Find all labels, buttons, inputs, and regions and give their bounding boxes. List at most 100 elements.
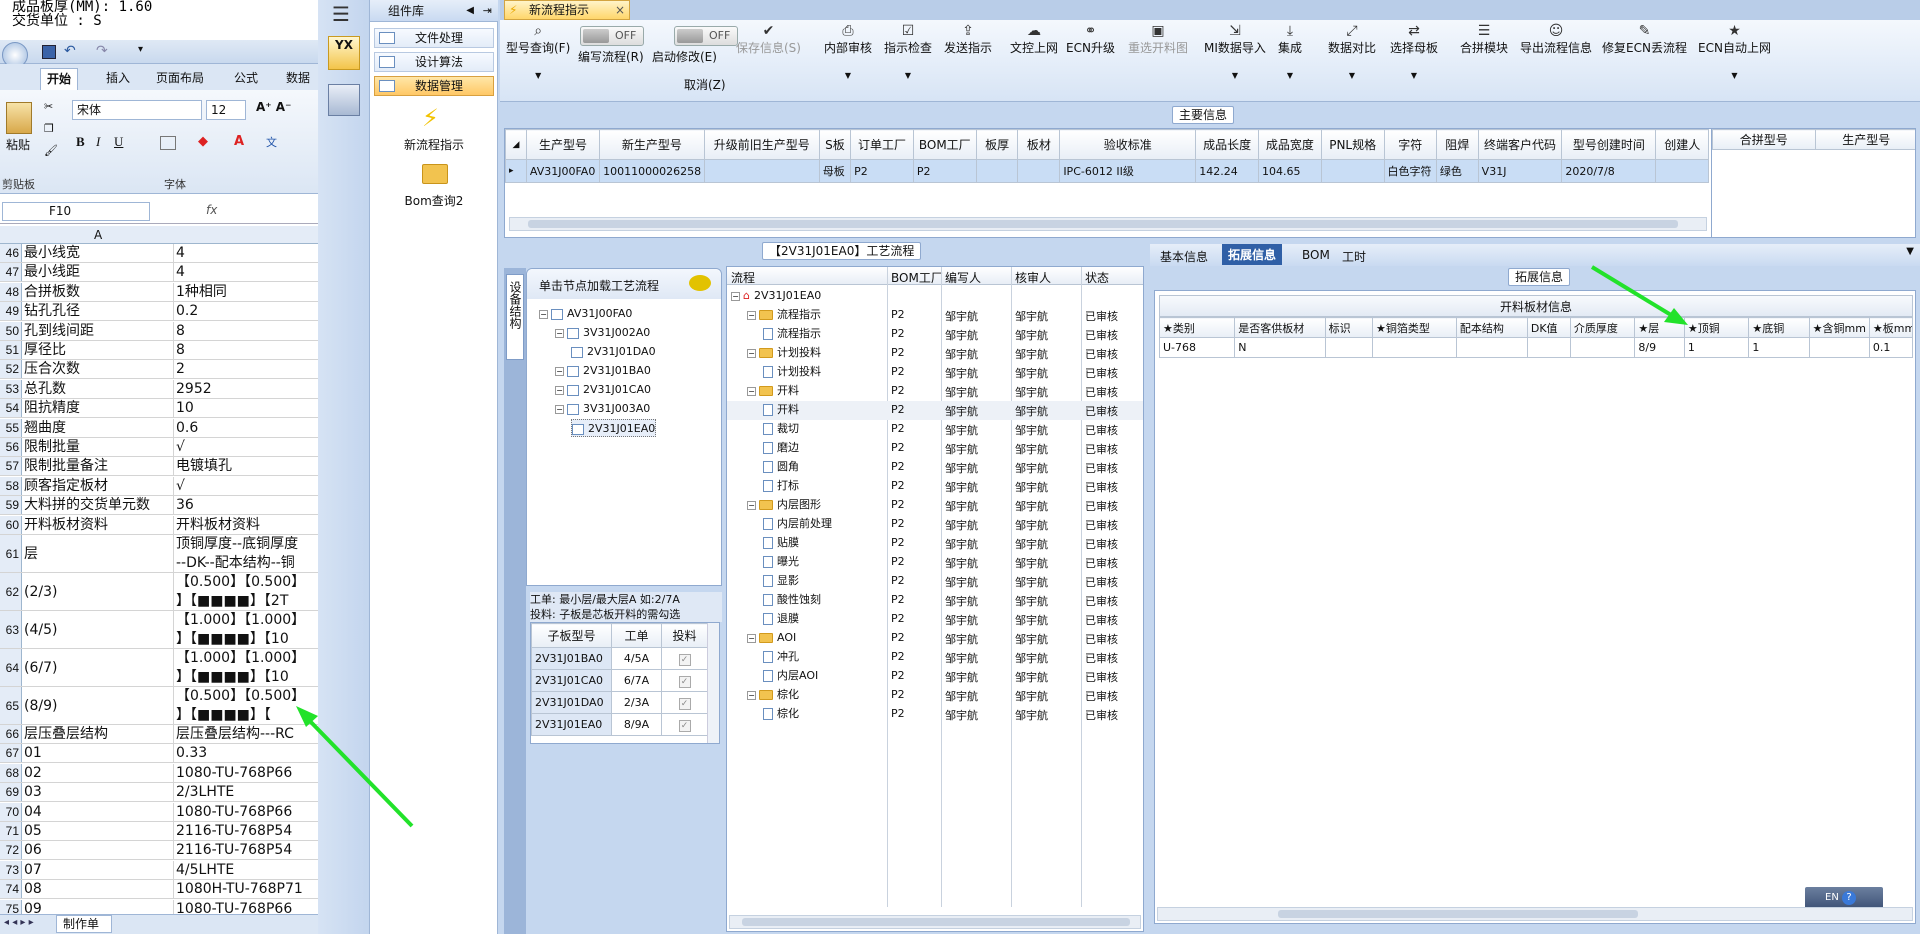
feed-checkbox-cell[interactable]: ✓	[661, 647, 708, 670]
column-header[interactable]: 投料	[661, 623, 708, 648]
row-number[interactable]: 62	[0, 573, 22, 610]
feed-checkbox-cell[interactable]: ✓	[661, 691, 708, 714]
column-header[interactable]: 配本结构	[1455, 317, 1528, 338]
font-color-icon[interactable]: A	[234, 134, 244, 149]
table-cell[interactable]: 8/9	[1634, 337, 1685, 358]
cell-b[interactable]: √	[176, 438, 318, 456]
cell-a[interactable]: 07	[24, 860, 174, 879]
table-row[interactable]: 2V31J01CA0 6/7A ✓	[531, 669, 708, 692]
cell-b[interactable]: 0.6	[176, 419, 318, 437]
checkbox[interactable]: ✓	[678, 697, 691, 710]
lib-item-design-algorithm[interactable]: 设计算法	[374, 52, 494, 72]
tab-work-hours[interactable]: 工时	[1336, 246, 1372, 267]
table-cell[interactable]	[703, 159, 820, 183]
cell-a[interactable]: (6/7)	[24, 649, 174, 686]
table-cell[interactable]: 10011000026258	[599, 159, 705, 183]
cell-a[interactable]: 最小线距	[24, 263, 174, 282]
cell-a[interactable]: 02	[24, 763, 174, 782]
column-header[interactable]: 成品长度	[1195, 129, 1260, 160]
flow-row[interactable]: 棕化 P2 邹宇航 邹宇航 已审核	[727, 705, 1143, 724]
cell-a[interactable]: 钻孔孔径	[24, 302, 174, 321]
language-indicator[interactable]: EN ?	[1805, 887, 1883, 909]
sheet-row[interactable]: 75 09 1080-TU-768P66	[0, 899, 318, 914]
close-icon[interactable]: ×	[615, 1, 625, 19]
table-cell[interactable]: IPC-6012 II级	[1059, 159, 1197, 183]
cell-a[interactable]: (4/5)	[24, 611, 174, 648]
cell-a[interactable]: 01	[24, 744, 174, 763]
folder-icon[interactable]	[422, 164, 448, 184]
dropdown-arrow-icon[interactable]: ▼	[1390, 68, 1438, 83]
flow-row[interactable]: 显影 P2 邹宇航 邹宇航 已审核	[727, 572, 1143, 591]
row-number[interactable]: 67	[0, 744, 22, 763]
sheet-row[interactable]: 57 限制批量备注 电镀填孔	[0, 457, 318, 477]
flow-hscrollbar[interactable]	[729, 915, 1141, 929]
tab-bom[interactable]: BOM	[1296, 246, 1336, 264]
flow-row[interactable]: 打标 P2 邹宇航 邹宇航 已审核	[727, 477, 1143, 496]
table-cell[interactable]	[1017, 159, 1061, 183]
device-structure-tab[interactable]: 设备结构	[506, 274, 524, 360]
cell-b[interactable]: 1080-TU-768P66	[176, 803, 318, 821]
order-cell[interactable]: 6/7A	[611, 669, 662, 692]
sheet-row[interactable]: 65 (8/9) 【0.500】【0.500】 】【■■■■】【	[0, 687, 318, 725]
row-number[interactable]: 69	[0, 783, 22, 802]
row-number[interactable]: 65	[0, 687, 22, 724]
flow-row[interactable]: − 内层图形 P2 邹宇航 邹宇航 已审核	[727, 496, 1143, 515]
cell-a[interactable]: (8/9)	[24, 687, 174, 724]
column-header[interactable]: 子板型号	[531, 623, 612, 648]
write-flow-toggle[interactable]: OFF	[580, 26, 644, 46]
row-number[interactable]: 52	[0, 360, 22, 379]
column-header[interactable]: 升级前旧生产型号	[703, 129, 820, 160]
bold-button[interactable]: B	[76, 134, 85, 150]
collapse-icon[interactable]: −	[731, 291, 740, 301]
cell-a[interactable]: 层	[24, 535, 174, 572]
flow-root[interactable]: − ⌂ 2V31J01EA0	[731, 287, 821, 305]
column-header[interactable]: 生产型号	[1814, 129, 1915, 150]
row-number[interactable]: 63	[0, 611, 22, 648]
flow-row[interactable]: 内层前处理 P2 邹宇航 邹宇航 已审核	[727, 515, 1143, 534]
cell-b[interactable]: 1080-TU-768P66	[176, 900, 318, 914]
row-number[interactable]: 49	[0, 302, 22, 321]
flow-column-header[interactable]: 核审人	[1015, 269, 1051, 286]
column-header[interactable]: PNL规格	[1320, 129, 1385, 160]
toolbar-button-1[interactable]: 编写流程(R)	[578, 50, 644, 65]
checkbox[interactable]: ✓	[678, 653, 691, 666]
cell-a[interactable]: 厚径比	[24, 341, 174, 359]
collapse-icon[interactable]: −	[747, 348, 756, 358]
cell-b[interactable]: 【0.500】【0.500】 】【■■■■】【2T	[176, 573, 318, 610]
toolbar-button-3[interactable]: ✔ 保存信息(S)	[736, 23, 801, 56]
order-cell[interactable]: 2/3A	[611, 691, 662, 714]
column-header[interactable]: 标识	[1324, 317, 1373, 338]
table-cell[interactable]: 142.24	[1195, 159, 1260, 183]
column-header[interactable]: 板材	[1017, 129, 1061, 160]
row-number[interactable]: 64	[0, 649, 22, 686]
flow-row[interactable]: 开料 P2 邹宇航 邹宇航 已审核	[727, 401, 1143, 420]
row-number[interactable]: 57	[0, 457, 22, 476]
sheet-nav-icon[interactable]: ◂ ◂ ▸ ▸	[4, 917, 34, 928]
table-cell[interactable]: 2020/7/8	[1561, 159, 1657, 183]
table-row[interactable]: ▸ AV31J00FA0 10011000026258 母板 P2 P2 IPC-6012 …	[505, 159, 1709, 183]
fx-icon[interactable]: fx	[206, 203, 217, 217]
table-cell[interactable]: U-768	[1158, 337, 1236, 358]
tree-node[interactable]: − 2V31J01CA0	[555, 381, 651, 399]
toolbar-button-6[interactable]: ⇪ 发送指示	[944, 23, 992, 56]
row-number[interactable]: 50	[0, 321, 22, 340]
sheet-row[interactable]: 67 01 0.33	[0, 744, 318, 764]
table-cell[interactable]	[975, 159, 1019, 183]
table-row[interactable]: 2V31J01EA0 8/9A ✓	[531, 713, 708, 736]
cell-b[interactable]: √	[176, 477, 318, 495]
table-cell[interactable]	[1371, 337, 1457, 358]
tab-page-layout[interactable]: 页面布局	[150, 68, 210, 90]
cell-b[interactable]: 开料板材资料	[176, 516, 318, 534]
flow-row[interactable]: − 流程指示 P2 邹宇航 邹宇航 已审核	[727, 306, 1143, 325]
cell-b[interactable]: 1种相同	[176, 283, 318, 301]
sub-model-cell[interactable]: 2V31J01DA0	[531, 691, 612, 714]
row-number[interactable]: 72	[0, 841, 22, 860]
flow-tree-table[interactable]: − ⌂ 2V31J01EA0− 流程指示 P2 邹宇航 邹宇航 已审核 流程指示 P2 邹宇航 邹宇航…	[727, 267, 1143, 907]
collapse-icon[interactable]: −	[747, 690, 756, 700]
column-header[interactable]: ★底铜	[1748, 317, 1810, 338]
table-cell[interactable]: P2	[850, 159, 914, 183]
cell-b[interactable]: 1080H-TU-768P71	[176, 880, 318, 898]
column-header[interactable]: 订单工厂	[850, 129, 914, 160]
row-number[interactable]: 58	[0, 476, 22, 495]
row-number[interactable]: 75	[0, 899, 22, 914]
